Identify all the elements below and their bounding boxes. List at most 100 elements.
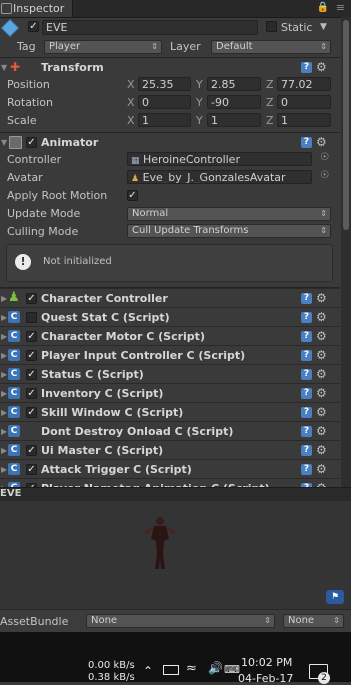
tag-icon[interactable]: ⚑ [326, 590, 344, 604]
volume-icon[interactable]: 🔊 [208, 661, 223, 675]
update-mode-value: Normal [132, 208, 169, 219]
apply-root-motion-checkbox[interactable]: ✓ [127, 190, 138, 201]
tag-dropdown[interactable]: Player ⇕ [44, 40, 162, 54]
gear-icon[interactable]: ⚙ [316, 311, 327, 323]
help-icon[interactable]: ? [301, 350, 312, 361]
gear-icon[interactable]: ⚙ [316, 463, 327, 475]
animator-enabled-checkbox[interactable]: ✓ [26, 137, 37, 148]
inspector-scroll-thumb[interactable] [343, 20, 349, 230]
component-enabled-checkbox[interactable]: ✓ [26, 293, 37, 304]
wifi-icon[interactable]: ≈ [186, 661, 197, 676]
component-enabled-checkbox[interactable]: ✓ [26, 350, 37, 361]
foldout-arrow-icon[interactable]: ▶ [1, 408, 7, 417]
help-icon[interactable]: ? [301, 426, 312, 437]
static-dropdown-icon[interactable]: ▼ [320, 22, 327, 32]
scale-x-field[interactable]: 1 [138, 113, 191, 127]
tab-inspector[interactable]: Inspector [0, 0, 73, 17]
gear-icon[interactable]: ⚙ [316, 387, 327, 399]
layer-dropdown[interactable]: Default ⇕ [211, 40, 331, 54]
assetbundle-name-dropdown[interactable]: None ⇕ [86, 614, 275, 628]
scale-z-field[interactable]: 1 [277, 113, 331, 127]
foldout-arrow-icon[interactable]: ▶ [1, 389, 7, 398]
position-z-field[interactable]: 77.02 [277, 77, 331, 91]
gear-icon[interactable]: ⚙ [316, 136, 327, 148]
object-picker-icon[interactable]: ☉ [320, 170, 329, 181]
avatar-field[interactable]: ♟ Eve_by_J._GonzalesAvatar [127, 170, 312, 184]
help-icon[interactable]: ? [301, 137, 312, 148]
gear-icon[interactable]: ⚙ [316, 292, 327, 304]
assetbundle-variant-dropdown[interactable]: None ⇕ [283, 614, 344, 628]
help-icon[interactable]: ? [301, 331, 312, 342]
component-enabled-checkbox[interactable]: ✓ [26, 369, 37, 380]
help-icon[interactable]: ? [301, 312, 312, 323]
help-icon[interactable]: ? [301, 464, 312, 475]
component-row[interactable]: ▶ ♟ ✓ Character Controller? ⚙ [0, 288, 340, 308]
component-row[interactable]: ▶ C ✓ Status C (Script)? ⚙ [0, 364, 340, 384]
rotation-y-field[interactable]: -90 [207, 95, 261, 109]
clock-time[interactable]: 10:02 PM [241, 656, 292, 669]
foldout-arrow-icon[interactable]: ▶ [1, 427, 7, 436]
component-enabled-checkbox[interactable]: ✓ [26, 331, 37, 342]
component-row[interactable]: ▶ C ✓ Inventory C (Script)? ⚙ [0, 383, 340, 403]
foldout-arrow-icon[interactable]: ▼ [1, 138, 7, 147]
gear-icon[interactable]: ⚙ [316, 425, 327, 437]
lock-icon[interactable]: 🔒 [317, 2, 329, 13]
foldout-arrow-icon[interactable]: ▶ [1, 465, 7, 474]
component-row[interactable]: ▶ C Dont Destroy Onload C (Script)? ⚙ [0, 421, 340, 441]
panel-menu-icon[interactable]: ≡ [336, 1, 345, 14]
preview-header[interactable]: EVE [0, 487, 351, 501]
chevron-up-icon[interactable]: ⌃ [143, 664, 153, 678]
gear-icon[interactable]: ⚙ [316, 406, 327, 418]
help-icon[interactable]: ? [301, 369, 312, 380]
character-preview-figure [144, 517, 176, 569]
component-row[interactable]: ▶ C ✓ Character Motor C (Script)? ⚙ [0, 326, 340, 346]
foldout-arrow-icon[interactable]: ▶ [1, 294, 7, 303]
foldout-arrow-icon[interactable]: ▶ [1, 313, 7, 322]
component-row[interactable]: ▶C✓Player Nametag Animation C (Script)?⚙ [0, 478, 340, 487]
scale-y-field[interactable]: 1 [207, 113, 261, 127]
object-picker-icon[interactable]: ☉ [320, 152, 329, 163]
gameobject-name-field[interactable]: EVE [42, 20, 258, 35]
component-enabled-checkbox[interactable]: ✓ [26, 445, 37, 456]
gear-icon[interactable]: ⚙ [316, 349, 327, 361]
component-row[interactable]: ▶ C ✓ Ui Master C (Script)? ⚙ [0, 440, 340, 460]
foldout-arrow-icon[interactable]: ▶ [1, 332, 7, 341]
component-enabled-checkbox[interactable]: ✓ [26, 464, 37, 475]
culling-mode-dropdown[interactable]: Cull Update Transforms ⇕ [127, 224, 331, 238]
help-icon[interactable]: ? [301, 407, 312, 418]
script-icon: C [8, 463, 20, 475]
component-row[interactable]: ▶ C ✓ Skill Window C (Script)? ⚙ [0, 402, 340, 422]
component-title: Character Controller [41, 292, 168, 305]
preview-area[interactable]: ⚑ [0, 501, 351, 609]
rotation-z-field[interactable]: 0 [277, 95, 331, 109]
gear-icon[interactable]: ⚙ [316, 330, 327, 342]
foldout-arrow-icon[interactable]: ▼ [1, 63, 7, 72]
gear-icon[interactable]: ⚙ [316, 444, 327, 456]
animator-header[interactable]: ▼ ✓ Animator ? ⚙ [0, 134, 340, 153]
component-row[interactable]: ▶ C ✓ Attack Trigger C (Script)? ⚙ [0, 459, 340, 479]
foldout-arrow-icon[interactable]: ▶ [1, 351, 7, 360]
controller-field[interactable]: ▦ HeroineController [127, 152, 312, 166]
battery-icon[interactable] [163, 665, 179, 675]
position-x-field[interactable]: 25.35 [138, 77, 191, 91]
foldout-arrow-icon[interactable]: ▶ [1, 446, 7, 455]
help-icon[interactable]: ? [301, 62, 312, 73]
clock-date[interactable]: 04-Feb-17 [238, 672, 293, 685]
help-icon[interactable]: ? [301, 293, 312, 304]
static-checkbox[interactable] [266, 21, 277, 32]
rotation-x-field[interactable]: 0 [138, 95, 191, 109]
component-enabled-checkbox[interactable]: ✓ [26, 407, 37, 418]
foldout-arrow-icon[interactable]: ▶ [1, 370, 7, 379]
position-y-field[interactable]: 2.85 [207, 77, 261, 91]
update-mode-dropdown[interactable]: Normal ⇕ [127, 207, 331, 221]
component-enabled-checkbox[interactable] [26, 312, 37, 323]
gear-icon[interactable]: ⚙ [316, 368, 327, 380]
component-enabled-checkbox[interactable]: ✓ [26, 388, 37, 399]
gameobject-active-checkbox[interactable]: ✓ [28, 21, 39, 32]
help-icon[interactable]: ? [301, 388, 312, 399]
help-icon[interactable]: ? [301, 445, 312, 456]
transform-header[interactable]: ▼ ✚ Transform ? ⚙ [0, 59, 340, 78]
component-row[interactable]: ▶ C Quest Stat C (Script)? ⚙ [0, 307, 340, 327]
gear-icon[interactable]: ⚙ [316, 61, 327, 73]
component-row[interactable]: ▶ C ✓ Player Input Controller C (Script)? ⚙ [0, 345, 340, 365]
